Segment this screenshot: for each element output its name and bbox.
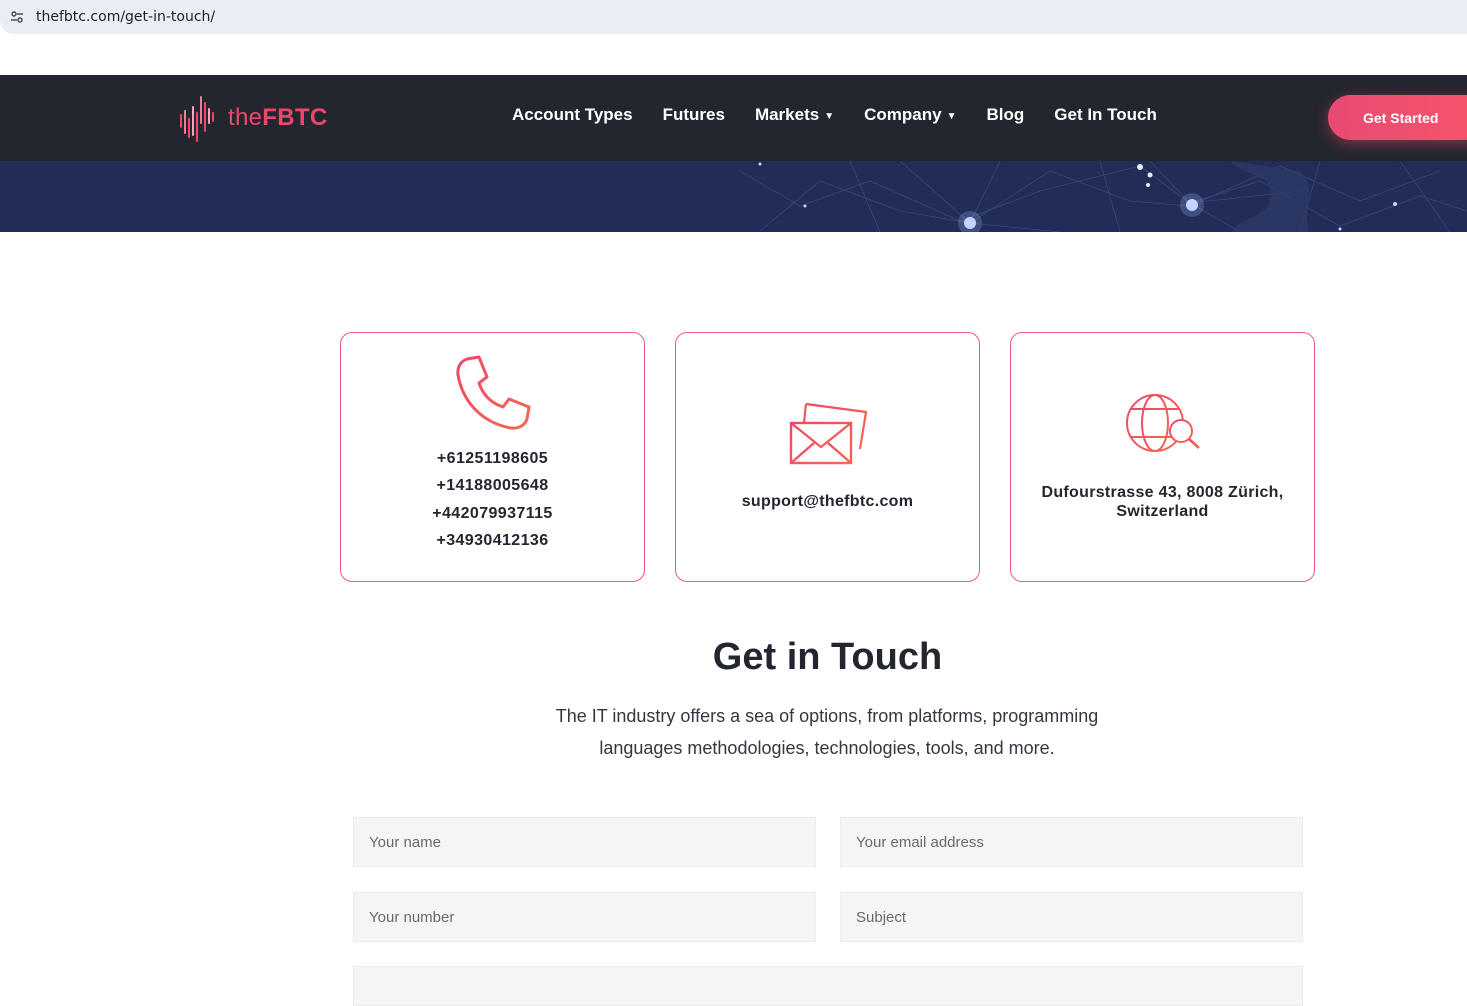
main-nav: Account Types Futures Markets ▼ Company ▼ … [512, 105, 1187, 125]
logo-text: theFBTC [228, 104, 327, 132]
contact-card-phone: +61251198605 +14188005648 +442079937115 … [340, 332, 645, 582]
nav-item-blog[interactable]: Blog [986, 105, 1024, 125]
logo[interactable]: theFBTC [178, 93, 327, 143]
nav-item-label: Blog [986, 105, 1025, 124]
page-title: Get in Touch [712, 636, 943, 678]
nav-item-markets[interactable]: Markets ▼ [755, 105, 834, 125]
email-address[interactable]: support@thefbtc.com [742, 493, 914, 511]
phone-icon [455, 355, 530, 430]
section-description: The IT industry offers a sea of options,… [555, 706, 1099, 758]
logo-prefix: the [228, 104, 263, 131]
email-input[interactable] [840, 817, 1303, 867]
nav-item-label: Futures [662, 105, 725, 124]
phone-list: +61251198605 +14188005648 +442079937115 … [432, 445, 552, 554]
nav-item-get-in-touch[interactable]: Get In Touch [1054, 105, 1157, 125]
phone-number[interactable]: +61251198605 [432, 445, 552, 472]
phone-number[interactable]: +14188005648 [432, 472, 552, 499]
get-started-label: Get Started [1363, 109, 1439, 126]
mail-icon [789, 402, 867, 465]
browser-address-bar: thefbtc.com/get-in-touch/ [0, 0, 1467, 34]
nav-item-label: Markets [754, 105, 820, 124]
contact-card-address: Dufourstrasse 43, 8008 Zürich, Switzerla… [1010, 332, 1315, 582]
site-settings-icon[interactable] [0, 0, 34, 34]
get-started-button[interactable]: Get Started [1328, 95, 1467, 140]
nav-item-label: Account Types [512, 105, 633, 124]
logo-strong: FBTC [262, 104, 328, 131]
network-graphic [739, 161, 1467, 232]
office-address: Dufourstrasse 43, 8008 Zürich, Switzerla… [1041, 484, 1284, 520]
nav-item-label: Company [864, 105, 942, 124]
name-input[interactable] [353, 817, 816, 867]
phone-number[interactable]: +34930412136 [432, 527, 552, 554]
phone-number-input[interactable] [353, 892, 816, 942]
chevron-down-icon: ▼ [946, 110, 957, 122]
nav-item-futures[interactable]: Futures [663, 105, 725, 125]
globe-search-icon [1125, 394, 1200, 452]
contact-card-email: support@thefbtc.com [675, 332, 980, 582]
nav-item-company[interactable]: Company ▼ [864, 105, 956, 125]
site-header: theFBTC Account Types Futures Markets ▼ C… [0, 75, 1467, 161]
nav-item-account-types[interactable]: Account Types [512, 105, 633, 125]
nav-item-label: Get In Touch [1054, 105, 1157, 124]
hero-banner [0, 161, 1467, 232]
logo-mark-icon [180, 96, 214, 142]
subject-input[interactable] [840, 892, 1303, 942]
phone-number[interactable]: +442079937115 [432, 500, 552, 527]
chevron-down-icon: ▼ [824, 110, 835, 122]
url-text[interactable]: thefbtc.com/get-in-touch/ [36, 9, 215, 25]
message-textarea[interactable] [353, 966, 1303, 1006]
